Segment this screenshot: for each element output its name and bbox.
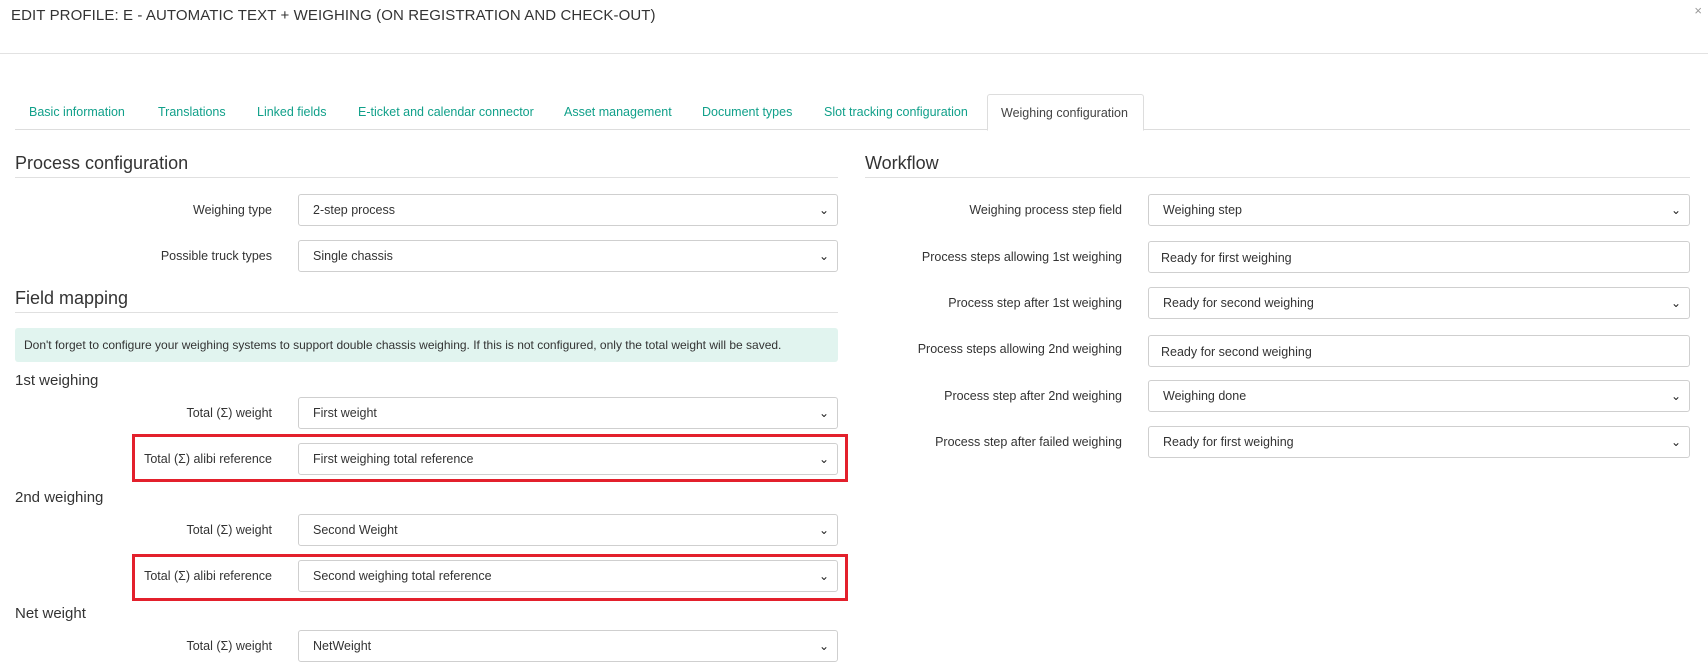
after-second-select[interactable]: Weighing done ⌄ [1148, 380, 1690, 412]
net-weight-label: Total (Σ) weight [186, 639, 272, 653]
second-weighing-title: 2nd weighing [15, 489, 104, 506]
modal-header: EDIT PROFILE: E - AUTOMATIC TEXT + WEIGH… [0, 0, 1708, 54]
first-weight-value: First weight [313, 406, 377, 420]
first-weighing-title: 1st weighing [15, 372, 99, 389]
truck-types-value: Single chassis [313, 249, 393, 263]
allow-first-label: Process steps allowing 1st weighing [921, 250, 1122, 264]
net-weight-select[interactable]: NetWeight ⌄ [298, 630, 838, 662]
first-alibi-value: First weighing total reference [313, 452, 474, 466]
chevron-down-icon: ⌄ [818, 639, 829, 653]
double-chassis-alert: Don't forget to configure your weighing … [15, 328, 838, 362]
net-weight-title: Net weight [15, 605, 86, 622]
section-divider [865, 177, 1690, 178]
second-weight-label: Total (Σ) weight [186, 523, 272, 537]
chevron-down-icon: ⌄ [818, 203, 829, 217]
close-icon[interactable]: × [1694, 3, 1702, 18]
tab-e-ticket-calendar[interactable]: E-ticket and calendar connector [358, 94, 534, 130]
tab-translations[interactable]: Translations [158, 94, 226, 130]
after-second-value: Weighing done [1163, 389, 1247, 403]
tab-document-types[interactable]: Document types [702, 94, 792, 130]
second-alibi-label: Total (Σ) alibi reference [144, 569, 272, 583]
step-field-value: Weighing step [1163, 203, 1242, 217]
after-failed-value: Ready for first weighing [1163, 435, 1294, 449]
after-first-label: Process step after 1st weighing [948, 296, 1122, 310]
step-field-label: Weighing process step field [969, 203, 1122, 217]
allow-second-input[interactable]: Ready for second weighing [1148, 335, 1690, 367]
step-field-select[interactable]: Weighing step ⌄ [1148, 194, 1690, 226]
weighing-type-label: Weighing type [193, 203, 272, 217]
chevron-down-icon: ⌄ [1670, 389, 1681, 403]
tab-weighing-configuration[interactable]: Weighing configuration [987, 94, 1144, 131]
second-weight-select[interactable]: Second Weight ⌄ [298, 514, 838, 546]
chevron-down-icon: ⌄ [818, 523, 829, 537]
after-second-label: Process step after 2nd weighing [944, 389, 1122, 403]
allow-second-label: Process steps allowing 2nd weighing [917, 342, 1122, 356]
first-alibi-label: Total (Σ) alibi reference [144, 452, 272, 466]
tab-basic-information[interactable]: Basic information [29, 94, 125, 130]
first-weight-select[interactable]: First weight ⌄ [298, 397, 838, 429]
tab-slot-tracking[interactable]: Slot tracking configuration [824, 94, 968, 130]
chevron-down-icon: ⌄ [818, 569, 829, 583]
tab-linked-fields[interactable]: Linked fields [257, 94, 327, 130]
allow-first-input[interactable]: Ready for first weighing [1148, 241, 1690, 273]
net-weight-value: NetWeight [313, 639, 372, 653]
tab-asset-management[interactable]: Asset management [564, 94, 672, 130]
after-failed-select[interactable]: Ready for first weighing ⌄ [1148, 426, 1690, 458]
chevron-down-icon: ⌄ [1670, 203, 1681, 217]
second-alibi-value: Second weighing total reference [313, 569, 492, 583]
process-config-title: Process configuration [15, 153, 189, 173]
weighing-type-value: 2-step process [313, 203, 395, 217]
section-divider [15, 177, 838, 178]
second-weight-value: Second Weight [313, 523, 398, 537]
after-first-select[interactable]: Ready for second weighing ⌄ [1148, 287, 1690, 319]
after-first-value: Ready for second weighing [1163, 296, 1314, 310]
weighing-type-select[interactable]: 2-step process ⌄ [298, 194, 838, 226]
after-failed-label: Process step after failed weighing [935, 435, 1122, 449]
first-alibi-select[interactable]: First weighing total reference ⌄ [298, 443, 838, 475]
chevron-down-icon: ⌄ [818, 406, 829, 420]
chevron-down-icon: ⌄ [818, 249, 829, 263]
second-alibi-select[interactable]: Second weighing total reference ⌄ [298, 560, 838, 592]
field-mapping-title: Field mapping [15, 288, 129, 308]
workflow-title: Workflow [865, 153, 939, 173]
modal-title: EDIT PROFILE: E - AUTOMATIC TEXT + WEIGH… [11, 7, 656, 24]
section-divider [15, 312, 838, 313]
truck-types-select[interactable]: Single chassis ⌄ [298, 240, 838, 272]
chevron-down-icon: ⌄ [1670, 435, 1681, 449]
chevron-down-icon: ⌄ [818, 452, 829, 466]
truck-types-label: Possible truck types [160, 249, 272, 263]
first-weight-label: Total (Σ) weight [186, 406, 272, 420]
chevron-down-icon: ⌄ [1670, 296, 1681, 310]
tab-bar: Basic information Translations Linked fi… [15, 94, 1690, 131]
